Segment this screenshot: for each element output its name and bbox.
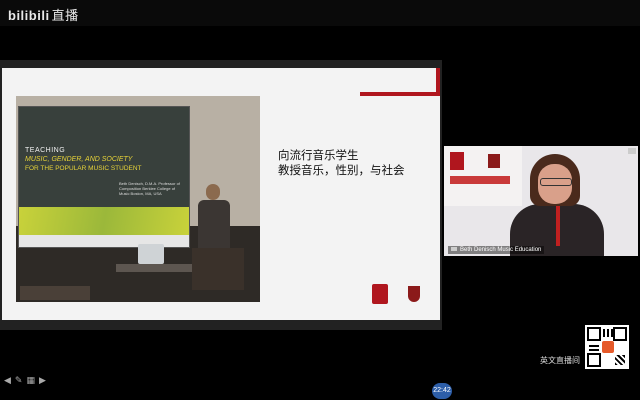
qr-center-logo-icon bbox=[602, 341, 614, 353]
slide-title-line-1: 向流行音乐学生 bbox=[278, 148, 359, 162]
camera-settings-icon[interactable] bbox=[628, 148, 636, 154]
shield-logo-icon bbox=[408, 286, 420, 302]
slide-photo: TEACHING MUSIC, GENDER, AND SOCIETY FOR … bbox=[16, 96, 260, 302]
projector-screen: TEACHING MUSIC, GENDER, AND SOCIETY FOR … bbox=[18, 106, 190, 248]
logo-text: bilibili bbox=[8, 8, 50, 23]
slide: TEACHING MUSIC, GENDER, AND SOCIETY FOR … bbox=[2, 68, 440, 320]
broadcaster-name: 英文直播间 bbox=[540, 356, 580, 365]
screen-line-2: MUSIC, GENDER, AND SOCIETY bbox=[25, 156, 133, 163]
logo-suffix: 直播 bbox=[51, 8, 79, 23]
timer-badge[interactable]: 22:42 bbox=[432, 383, 452, 399]
slide-controls: ◀ ✎ ▦ ▶ bbox=[4, 375, 64, 385]
presentation-frame: TEACHING MUSIC, GENDER, AND SOCIETY FOR … bbox=[0, 60, 442, 385]
screen-line-1: TEACHING bbox=[25, 147, 66, 154]
laptop bbox=[138, 244, 164, 264]
screen-presenter-info: Beth Denisch, D.M.A. Professor of Compos… bbox=[119, 181, 180, 196]
grid-icon[interactable]: ▦ bbox=[26, 375, 35, 385]
pen-icon[interactable]: ✎ bbox=[15, 375, 23, 385]
camera-background-banner bbox=[444, 146, 522, 206]
qr-code bbox=[585, 325, 629, 369]
bilibili-logo[interactable]: bilibili 直播 bbox=[8, 5, 79, 24]
speaker-camera[interactable]: Beth Denisch Music Education bbox=[444, 146, 638, 256]
slide-logos bbox=[368, 284, 436, 316]
podium bbox=[192, 248, 244, 290]
top-bar: bilibili 直播 bbox=[0, 0, 640, 26]
seal-logo-icon bbox=[372, 284, 388, 304]
next-slide-icon[interactable]: ▶ bbox=[39, 375, 46, 385]
prev-slide-icon[interactable]: ◀ bbox=[4, 375, 11, 385]
slide-chinese-title: 向流行音乐学生 教授音乐，性别，与社会 bbox=[278, 148, 405, 178]
slide-title-line-2: 教授音乐，性别，与社会 bbox=[278, 163, 405, 177]
camera-icon bbox=[451, 247, 457, 251]
camera-caption: Beth Denisch Music Education bbox=[448, 246, 545, 254]
screen-line-3: FOR THE POPULAR MUSIC STUDENT bbox=[25, 165, 142, 172]
